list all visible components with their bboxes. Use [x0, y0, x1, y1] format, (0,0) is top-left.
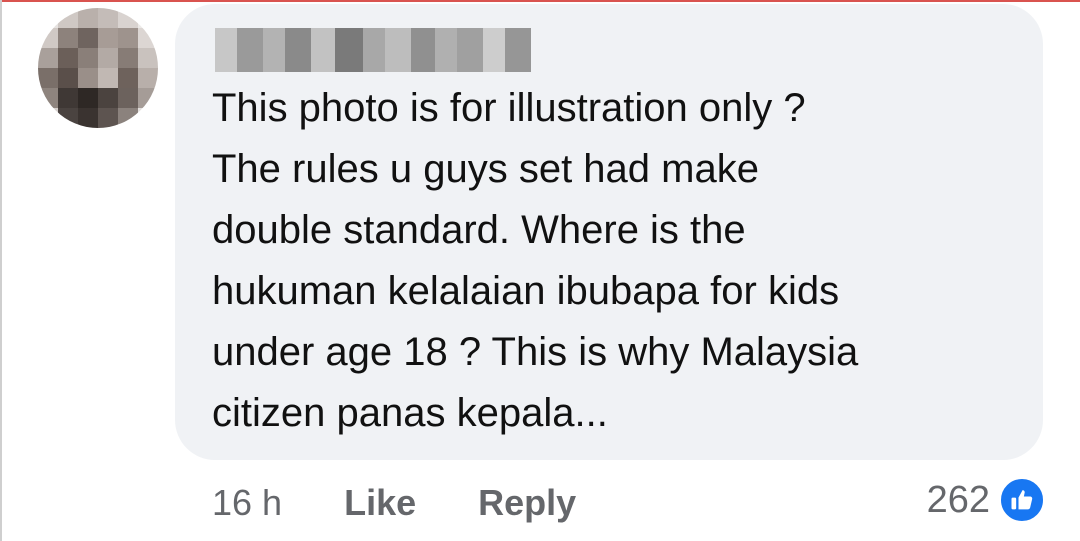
left-border [0, 0, 2, 541]
reactions-summary[interactable]: 262 [927, 476, 1046, 524]
reaction-count: 262 [926, 478, 990, 521]
like-button[interactable]: Like [344, 482, 416, 524]
comment-actions: 16 h Like Reply [212, 478, 638, 528]
reply-button[interactable]: Reply [478, 482, 576, 524]
commenter-name-pixelated[interactable] [215, 28, 531, 72]
thumbs-up-icon [998, 476, 1046, 524]
top-border [0, 0, 1080, 2]
timestamp[interactable]: 16 h [212, 482, 282, 524]
comment-text: This photo is for illustration only ? Th… [212, 86, 859, 435]
avatar[interactable] [38, 8, 158, 128]
